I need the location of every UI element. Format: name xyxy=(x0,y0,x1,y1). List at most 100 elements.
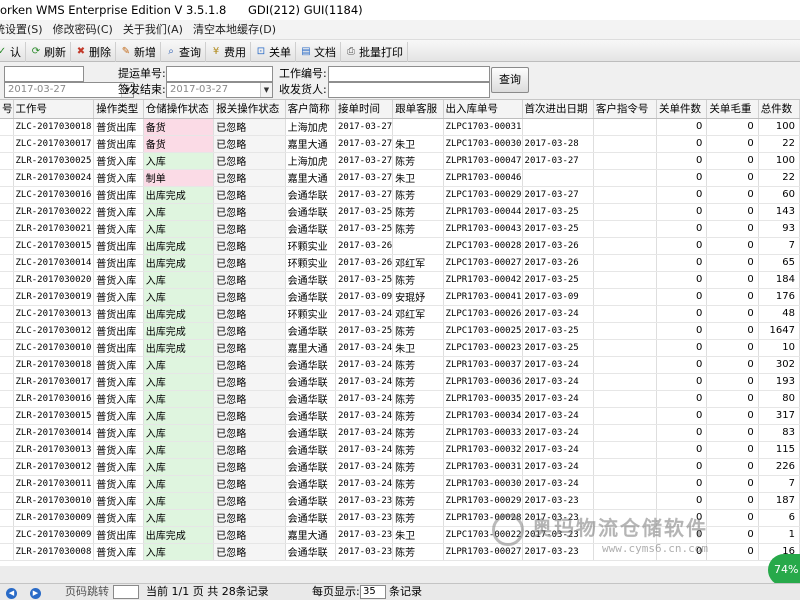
table-row[interactable]: ZLC-2017030014 普货出库 出库完成 已忽略 环颗实业 2017-03-26 邓… xyxy=(0,254,800,272)
column-header[interactable]: 跟单客服 xyxy=(392,100,444,119)
table-cell: 143 xyxy=(758,203,800,221)
table-row[interactable]: ZLR-2017030025 普货入库 入库 已忽略 上海加虎 2017-03-27 陈芳 Z… xyxy=(0,152,800,170)
column-header[interactable]: 报关操作状态 xyxy=(213,100,286,119)
table-row[interactable]: ZLR-2017030019 普货入库 入库 已忽略 会通华联 2017-03-09 安琨妤… xyxy=(0,288,800,306)
table-cell: ZLR-2017030021 xyxy=(13,220,95,238)
column-header[interactable]: 工作号 xyxy=(13,100,95,119)
table-cell: 0 xyxy=(706,288,759,306)
menu-item[interactable]: 统设置(S) xyxy=(0,20,49,40)
table-cell: 已忽略 xyxy=(213,424,286,442)
table-cell: 出库完成 xyxy=(143,339,215,357)
table-row[interactable]: ZLR-2017030022 普货入库 入库 已忽略 会通华联 2017-03-25 陈芳 Z… xyxy=(0,203,800,221)
end-date-field[interactable]: 2017-03-27 ▼ xyxy=(166,82,273,98)
column-header[interactable]: 关单毛重 xyxy=(706,100,759,119)
table-cell: 2017-03-28 xyxy=(522,135,594,153)
table-cell: 0 xyxy=(656,169,708,187)
work-no-input[interactable] xyxy=(328,66,490,82)
table-cell: 2017-03-24 xyxy=(522,373,594,391)
menu-item[interactable]: 清空本地缓存(D) xyxy=(189,20,282,40)
table-cell: 普货入库 xyxy=(93,407,144,425)
toolbar-button[interactable]: ¥ 费用 xyxy=(206,41,251,63)
toolbar-button[interactable]: ⟳ 刷新 xyxy=(26,41,71,63)
toolbar-button[interactable]: ⊡ 关单 xyxy=(251,41,296,63)
table-row[interactable]: ZLR-2017030021 普货入库 入库 已忽略 会通华联 2017-03-25 陈芳 Z… xyxy=(0,220,800,238)
column-header[interactable]: 客户指令号 xyxy=(593,100,658,119)
table-cell: ZLPR1703-00028 xyxy=(443,509,523,527)
table-cell xyxy=(0,339,14,357)
chevron-down-icon[interactable]: ▼ xyxy=(260,83,272,97)
table-row[interactable]: ZLC-2017030017 普货出库 备货 已忽略 嘉里大通 2017-03-27 朱卫 Z… xyxy=(0,135,800,153)
table-cell: 2017-03-26 xyxy=(335,237,394,255)
table-row[interactable]: ZLC-2017030016 普货出库 出库完成 已忽略 会通华联 2017-03-27 陈… xyxy=(0,186,800,204)
column-header[interactable]: 首次进出日期 xyxy=(522,100,594,119)
table-row[interactable]: ZLR-2017030012 普货入库 入库 已忽略 会通华联 2017-03-24 陈芳 Z… xyxy=(0,458,800,476)
table-cell: 0 xyxy=(656,271,708,289)
menu-item[interactable]: 修改密码(C) xyxy=(49,20,119,40)
column-header[interactable]: 关单件数 xyxy=(656,100,708,119)
table-cell: 2017-03-27 xyxy=(335,118,394,136)
table-row[interactable]: ZLC-2017030015 普货出库 出库完成 已忽略 环颗实业 2017-03-26 Z… xyxy=(0,237,800,255)
table-cell: 0 xyxy=(656,305,708,323)
table-row[interactable]: ZLC-2017030018 普货出库 备货 已忽略 上海加虎 2017-03-27 ZLP… xyxy=(0,118,800,136)
table-row[interactable]: ZLR-2017030014 普货入库 入库 已忽略 会通华联 2017-03-24 陈芳 Z… xyxy=(0,424,800,442)
table-cell: 备货 xyxy=(143,135,215,153)
table-cell: 1 xyxy=(758,526,800,544)
table-cell: 已忽略 xyxy=(213,254,286,272)
table-row[interactable]: ZLR-2017030011 普货入库 入库 已忽略 会通华联 2017-03-24 陈芳 Z… xyxy=(0,475,800,493)
toolbar-button[interactable]: ✎ 新增 xyxy=(116,41,161,63)
table-row[interactable]: ZLR-2017030017 普货入库 入库 已忽略 会通华联 2017-03-24 陈芳 Z… xyxy=(0,373,800,391)
table-row[interactable]: ZLR-2017030010 普货入库 入库 已忽略 会通华联 2017-03-23 陈芳 Z… xyxy=(0,492,800,510)
table-cell: 普货入库 xyxy=(93,288,144,306)
filter-field-1[interactable] xyxy=(4,66,84,82)
table-cell: 陈芳 xyxy=(392,203,444,221)
prev-page-button[interactable]: ◀ xyxy=(6,584,17,600)
table-cell: 出库完成 xyxy=(143,322,215,340)
toolbar-button[interactable]: ⎙ 批量打印 xyxy=(341,41,408,63)
table-cell: 2017-03-26 xyxy=(522,237,594,255)
per-page-label: 每页显示: xyxy=(312,585,360,598)
table-row[interactable]: ZLR-2017030015 普货入库 入库 已忽略 会通华联 2017-03-24 陈芳 Z… xyxy=(0,407,800,425)
table-row[interactable]: ZLC-2017030009 普货出库 出库完成 已忽略 嘉里大通 2017-03-23 朱… xyxy=(0,526,800,544)
table-cell: ZLR-2017030013 xyxy=(13,441,95,459)
table-cell: 7 xyxy=(758,475,800,493)
table-cell: 2017-03-24 xyxy=(335,424,394,442)
table-row[interactable]: ZLC-2017030010 普货出库 出库完成 已忽略 嘉里大通 2017-03-24 朱… xyxy=(0,339,800,357)
column-header[interactable]: 号 xyxy=(0,100,14,119)
table-row[interactable]: ZLR-2017030018 普货入库 入库 已忽略 会通华联 2017-03-24 陈芳 Z… xyxy=(0,356,800,374)
table-row[interactable]: ZLR-2017030024 普货入库 制单 已忽略 嘉里大通 2017-03-27 朱卫 Z… xyxy=(0,169,800,187)
column-header[interactable]: 仓储操作状态 xyxy=(143,100,215,119)
table-cell: 会通华联 xyxy=(285,322,336,340)
table-cell xyxy=(0,373,14,391)
toolbar-button[interactable]: ⌕ 查询 xyxy=(161,41,206,63)
toolbar-button[interactable]: ✖ 删除 xyxy=(71,41,116,63)
column-header[interactable]: 出入库单号 xyxy=(443,100,523,119)
table-cell: 0 xyxy=(706,492,759,510)
toolbar-button[interactable]: ▤ 文档 xyxy=(296,41,341,63)
table-row[interactable]: ZLR-2017030016 普货入库 入库 已忽略 会通华联 2017-03-24 陈芳 Z… xyxy=(0,390,800,408)
table-row[interactable]: ZLR-2017030009 普货入库 入库 已忽略 会通华联 2017-03-23 陈芳 Z… xyxy=(0,509,800,527)
table-row[interactable]: ZLR-2017030013 普货入库 入库 已忽略 会通华联 2017-03-24 陈芳 Z… xyxy=(0,441,800,459)
table-cell: 0 xyxy=(706,152,759,170)
table-cell xyxy=(593,356,658,374)
table-cell: 上海加虎 xyxy=(285,152,336,170)
table-row[interactable]: ZLC-2017030012 普货出库 出库完成 已忽略 会通华联 2017-03-25 陈… xyxy=(0,322,800,340)
per-page-input[interactable]: 35 xyxy=(360,585,386,599)
column-header[interactable]: 总件数 xyxy=(758,100,800,119)
column-header[interactable]: 客户简称 xyxy=(285,100,336,119)
toolbar-button[interactable]: ✓ 认 xyxy=(0,41,26,63)
table-row[interactable]: ZLR-2017030020 普货入库 入库 已忽略 会通华联 2017-03-25 陈芳 Z… xyxy=(0,271,800,289)
table-row[interactable]: ZLC-2017030013 普货出库 出库完成 已忽略 环颗实业 2017-03-24 邓… xyxy=(0,305,800,323)
tracking-no-input[interactable] xyxy=(166,66,273,82)
menu-item[interactable]: 关于我们(A) xyxy=(119,20,189,40)
column-header[interactable]: 操作类型 xyxy=(93,100,144,119)
consignee-input[interactable] xyxy=(328,82,490,98)
table-row[interactable]: ZLR-2017030008 普货入库 入库 已忽略 会通华联 2017-03-23 陈芳 Z… xyxy=(0,543,800,561)
query-button[interactable]: 查询 xyxy=(491,67,529,93)
start-date-field[interactable]: 2017-03-27 ▼ xyxy=(4,82,134,98)
toolbar-button-label: 文档 xyxy=(314,45,336,59)
next-page-button[interactable]: ▶ xyxy=(30,584,41,600)
column-header[interactable]: 接单时间 xyxy=(335,100,394,119)
page-jump-input[interactable] xyxy=(113,585,139,599)
delete-icon: ✖ xyxy=(76,46,86,57)
table-cell: 会通华联 xyxy=(285,543,336,561)
